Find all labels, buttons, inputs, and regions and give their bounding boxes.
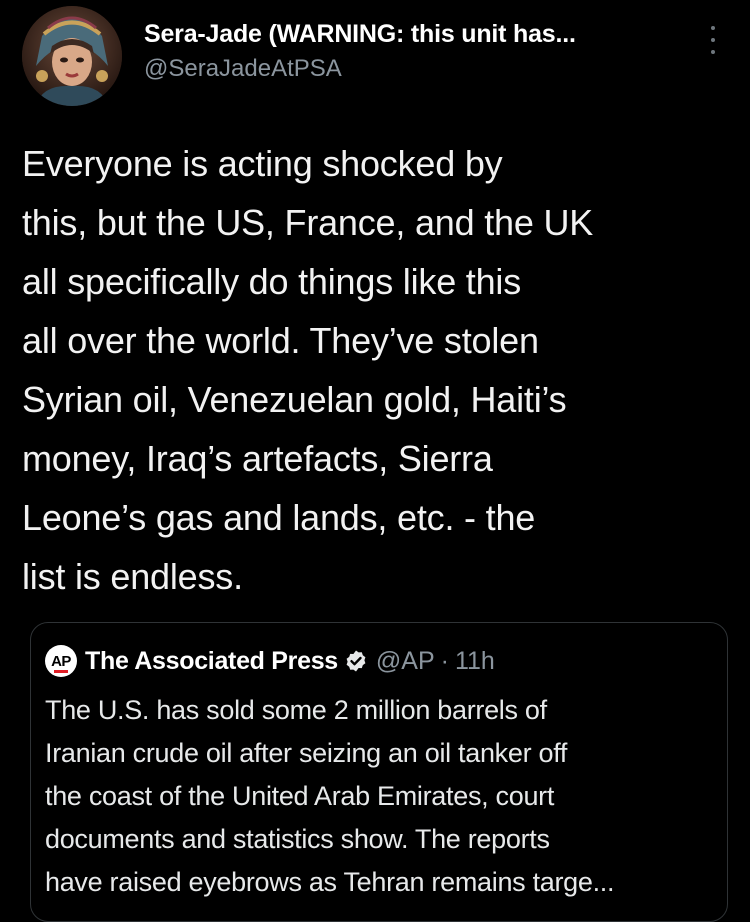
verified-badge-icon [346, 650, 366, 672]
ap-logo-icon: AP [45, 645, 77, 677]
tweet-header: Sera-Jade (WARNING: this unit has... @Se… [22, 6, 732, 106]
tweet-text: Everyone is acting shocked by this, but … [22, 143, 594, 597]
ap-logo-text: AP [51, 652, 71, 670]
author-display-name[interactable]: Sera-Jade (WARNING: this unit has... [144, 18, 704, 50]
quoted-author-name[interactable]: The Associated Press [85, 647, 338, 676]
quoted-author-handle[interactable]: @AP [376, 647, 435, 676]
more-dot [711, 50, 715, 54]
quoted-tweet-header: AP The Associated Press @AP · 11h [45, 645, 495, 677]
quoted-tweet-time[interactable]: 11h [455, 647, 495, 676]
avatar-image [22, 6, 122, 106]
more-vertical-icon[interactable] [704, 26, 722, 54]
avatar[interactable] [22, 6, 122, 106]
author-block: Sera-Jade (WARNING: this unit has... @Se… [144, 18, 704, 86]
more-dot [711, 38, 715, 42]
quoted-tweet-text: The U.S. has sold some 2 million barrels… [45, 695, 615, 897]
author-handle[interactable]: @SeraJadeAtPSA [144, 52, 704, 86]
more-dot [711, 26, 715, 30]
quoted-tweet-card[interactable]: AP The Associated Press @AP · 11h The U.… [30, 622, 728, 922]
separator-dot: · [440, 646, 449, 675]
